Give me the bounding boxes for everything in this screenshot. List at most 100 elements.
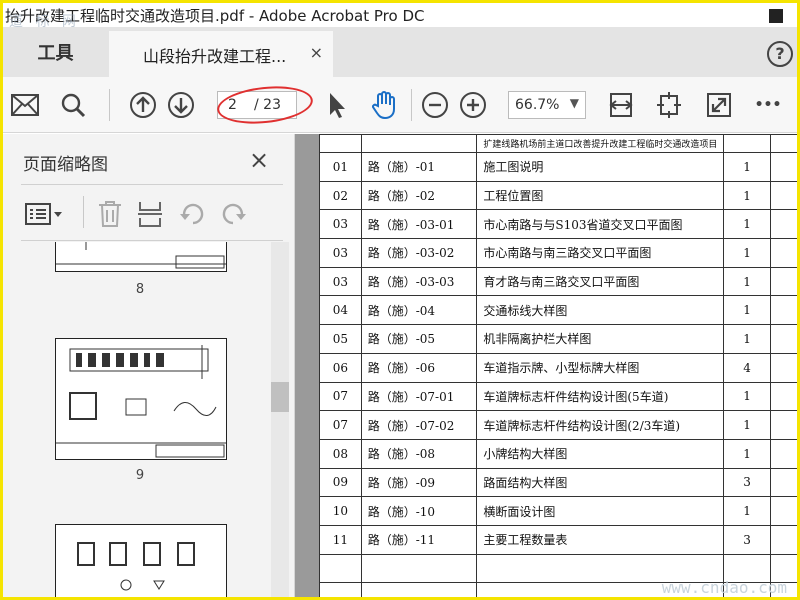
rotate-right-icon[interactable] [219, 200, 247, 232]
table-row: 11 路（施）-11 主要工程数量表 3 [319, 524, 797, 555]
cell-code: 路（施）-06 [360, 352, 478, 383]
cell-count: 1 [723, 295, 771, 326]
cell-code: 路（施）-08 [360, 438, 478, 469]
table-row: 07 路（施）-07-01 车道牌标志杆件结构设计图(5车道) 1 [319, 381, 797, 412]
tab-tools[interactable]: 工具 [3, 27, 108, 77]
extract-page-icon[interactable] [137, 200, 163, 232]
cell-count: 1 [723, 496, 771, 526]
cell-count: 1 [723, 324, 771, 354]
cell-name: 车道指示牌、小型标牌大样图 [476, 352, 725, 383]
cell-count: 1 [723, 209, 771, 240]
cell-blank [769, 381, 797, 412]
page-thumbnail[interactable] [55, 524, 227, 597]
cell-count: 3 [723, 524, 771, 555]
cell-name: 工程位置图 [476, 180, 725, 211]
rotate-left-icon[interactable] [179, 200, 207, 232]
drawing-list-table: 扩建线路机场前主道口改善提升改建工程临时交通改造项目 01 路（施）-01 施工图说… [319, 134, 797, 597]
mail-icon[interactable] [11, 91, 39, 119]
title-bar: 抬升改建工程临时交通改造项目.pdf - Adobe Acrobat Pro D… [3, 3, 797, 30]
cell-name: 交通标线大样图 [476, 295, 725, 326]
cell-code: 路（施）-07-01 [360, 381, 478, 412]
zoom-select[interactable]: 66.7% ▼ [508, 91, 586, 119]
cell-name: 施工图说明 [476, 152, 725, 182]
table-row: 07 路（施）-07-02 车道牌标志杆件结构设计图(2/3车道) 1 [319, 410, 797, 440]
cell-no: 03 [319, 266, 362, 297]
delete-page-icon[interactable] [97, 200, 123, 232]
zoom-out-icon[interactable] [421, 91, 449, 119]
options-menu-icon[interactable] [25, 202, 63, 230]
full-screen-icon[interactable] [705, 91, 733, 119]
cell-code: 路（施）-04 [360, 295, 478, 326]
cell-blank [769, 496, 797, 526]
cell-blank [769, 209, 797, 240]
table-row: 01 路（施）-01 施工图说明 1 [319, 152, 797, 182]
cell-name: 路面结构大样图 [476, 467, 725, 498]
document-header-text: 扩建线路机场前主道口改善提升改建工程临时交通改造项目 [476, 134, 725, 153]
tab-document-label: 山段抬升改建工程... [143, 47, 287, 66]
cell-code [360, 553, 478, 584]
cell-no: 09 [319, 467, 362, 498]
cell-name: 车道牌标志杆件结构设计图(2/3车道) [476, 410, 725, 440]
cell-code: 路（施）-05 [360, 324, 478, 354]
cell-no: 02 [319, 180, 362, 211]
more-options-icon[interactable]: ••• [753, 91, 783, 119]
thumbnail-label: 8 [135, 282, 145, 297]
cell-code: 路（施）-03-02 [360, 238, 478, 268]
help-icon[interactable]: ? [767, 41, 793, 67]
cell-code: 路（施）-03-01 [360, 209, 478, 240]
cell-blank [769, 352, 797, 383]
cell-no: 05 [319, 324, 362, 354]
panel-title: 页面缩略图 [23, 155, 108, 175]
cell-no: 04 [319, 295, 362, 326]
cell-blank [769, 467, 797, 498]
document-view[interactable]: 扩建线路机场前主道口改善提升改建工程临时交通改造项目 01 路（施）-01 施工图说… [295, 134, 797, 597]
prev-page-icon[interactable] [129, 91, 157, 119]
cell-blank [769, 180, 797, 211]
hand-tool-icon[interactable] [371, 91, 399, 120]
cell-no: 10 [319, 496, 362, 526]
cell-no: 11 [319, 524, 362, 555]
cell-no: 07 [319, 410, 362, 440]
acrobat-window: 抬升改建工程临时交通改造项目.pdf - Adobe Acrobat Pro D… [0, 0, 800, 600]
cell-code: 路（施）-11 [360, 524, 478, 555]
page-thumbnail[interactable] [55, 338, 227, 460]
scroll-mode-icon[interactable] [655, 91, 683, 119]
cell-code [360, 582, 478, 597]
table-row: 03 路（施）-03-02 市心南路与南三路交叉口平面图 1 [319, 238, 797, 268]
next-page-icon[interactable] [167, 91, 195, 119]
panel-close-icon[interactable]: × [249, 146, 269, 174]
cell-name: 育才路与南三路交叉口平面图 [476, 266, 725, 297]
cell-count: 1 [723, 381, 771, 412]
page-thumbnail[interactable] [55, 242, 227, 272]
cell-code: 路（施）-10 [360, 496, 478, 526]
panel-scrollbar[interactable] [271, 242, 289, 597]
cell-no: 01 [319, 152, 362, 182]
window-close-button[interactable] [767, 7, 787, 25]
cell-no [319, 582, 362, 597]
chevron-down-icon: ▼ [569, 96, 579, 110]
cell-no: 07 [319, 381, 362, 412]
cell-count: 1 [723, 180, 771, 211]
tab-close-icon[interactable]: × [310, 43, 323, 62]
tab-bar: 工具 山段抬升改建工程... × ? [3, 27, 797, 77]
cell-no: 08 [319, 438, 362, 469]
thumbnail-label: 9 [135, 468, 145, 483]
cell-code: 路（施）-01 [360, 152, 478, 182]
tab-document[interactable]: 山段抬升改建工程... × [109, 31, 333, 77]
select-cursor-icon[interactable] [323, 91, 351, 119]
site-watermark: www.cndao.com [661, 578, 787, 597]
table-row: 08 路（施）-08 小牌结构大样图 1 [319, 438, 797, 469]
search-icon[interactable] [59, 91, 87, 119]
fit-page-icon[interactable] [607, 91, 635, 119]
scrollbar-thumb[interactable] [271, 382, 289, 412]
panel-toolbar [21, 190, 283, 240]
table-row: 03 路（施）-03-01 市心南路与与S103省道交叉口平面图 1 [319, 209, 797, 240]
table-row: 02 路（施）-02 工程位置图 1 [319, 180, 797, 211]
cell-name: 横断面设计图 [476, 496, 725, 526]
zoom-in-icon[interactable] [459, 91, 487, 119]
cell-count: 1 [723, 410, 771, 440]
table-row: 09 路（施）-09 路面结构大样图 3 [319, 467, 797, 498]
cell-code: 路（施）-09 [360, 467, 478, 498]
cell-count: 1 [723, 152, 771, 182]
cell-count: 4 [723, 352, 771, 383]
